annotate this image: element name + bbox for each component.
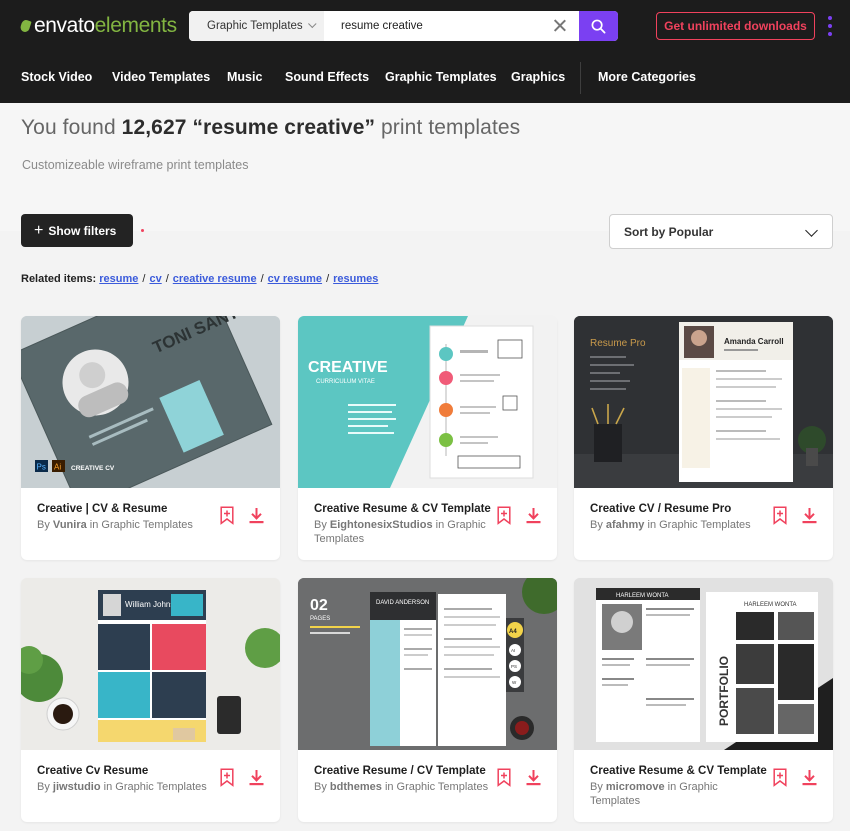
results-subtitle: Customizeable wireframe print templates	[22, 158, 249, 172]
svg-text:02: 02	[310, 597, 328, 614]
top-header: envatoelements Graphic Templates Get unl…	[0, 0, 850, 103]
envato-leaf-icon	[20, 18, 32, 34]
logo-text-elements: elements	[94, 14, 177, 37]
card-thumbnail[interactable]: TONI SANTUY Ps Ai CREATIVE CV	[21, 316, 280, 488]
result-card[interactable]: 02 PAGES DAVID ANDERSON A4 AI PS W Creat…	[298, 578, 557, 822]
nav-item-stock-video[interactable]: Stock Video	[21, 70, 92, 84]
download-icon[interactable]	[526, 769, 541, 786]
card-title[interactable]: Creative Resume / CV Template	[314, 765, 504, 777]
related-link-creative-resume[interactable]: creative resume	[173, 273, 257, 285]
related-link-cv[interactable]: cv	[149, 273, 161, 285]
svg-text:DAVID ANDERSON: DAVID ANDERSON	[376, 600, 429, 606]
bookmark-add-icon[interactable]	[773, 506, 787, 525]
result-card[interactable]: HARLEEM WONTA HARLEEM WONTA PORTFOLIO Cr…	[574, 578, 833, 822]
card-author: By Vunira in Graphic Templates	[37, 519, 193, 531]
result-card[interactable]: CREATIVE CURRICULUM VITAE Creative Resum…	[298, 316, 557, 560]
svg-text:HARLEEM WONTA: HARLEEM WONTA	[616, 593, 669, 599]
search-bar: Graphic Templates	[189, 11, 618, 41]
svg-text:Resume Pro: Resume Pro	[590, 338, 646, 349]
more-menu-icon[interactable]	[827, 16, 833, 36]
bookmark-add-icon[interactable]	[220, 768, 234, 787]
nav-item-music[interactable]: Music	[227, 70, 262, 84]
card-title[interactable]: Creative Resume & CV Template	[314, 503, 504, 515]
svg-text:Amanda Carroll: Amanda Carroll	[724, 337, 784, 346]
resume-preview-image: HARLEEM WONTA HARLEEM WONTA PORTFOLIO	[574, 578, 833, 750]
svg-text:CURRICULUM VITAE: CURRICULUM VITAE	[316, 379, 375, 385]
svg-text:CREATIVE CV: CREATIVE CV	[71, 465, 115, 472]
resume-preview-image: Resume Pro Amanda Carroll	[574, 316, 833, 488]
nav-item-sound-effects[interactable]: Sound Effects	[285, 70, 369, 84]
nav-item-video-templates[interactable]: Video Templates	[112, 70, 210, 84]
related-link-resume[interactable]: resume	[99, 273, 138, 285]
nav-item-graphics[interactable]: Graphics	[511, 70, 565, 84]
download-icon[interactable]	[802, 769, 817, 786]
nav-divider	[580, 62, 581, 94]
search-button[interactable]	[579, 11, 618, 41]
svg-text:PORTFOLIO: PORTFOLIO	[717, 656, 731, 726]
show-filters-button[interactable]: + Show filters	[21, 214, 144, 247]
result-card[interactable]: William Johnson Creative Cv Resume By ji…	[21, 578, 280, 822]
card-thumbnail[interactable]: CREATIVE CURRICULUM VITAE	[298, 316, 557, 488]
search-icon	[591, 19, 606, 33]
bookmark-add-icon[interactable]	[773, 768, 787, 787]
download-icon[interactable]	[802, 507, 817, 524]
nav-item-graphic-templates[interactable]: Graphic Templates	[385, 70, 497, 84]
card-author: By EightonesixStudios in Graphic Templat…	[314, 519, 486, 545]
card-title[interactable]: Creative Cv Resume	[37, 765, 227, 777]
results-count: 12,627	[121, 116, 187, 139]
resume-preview-image: William Johnson	[21, 578, 280, 750]
nav-item-more-categories[interactable]: More Categories	[598, 70, 696, 84]
svg-text:Ps: Ps	[37, 463, 46, 472]
svg-text:Ai: Ai	[54, 463, 61, 472]
card-thumbnail[interactable]: William Johnson	[21, 578, 280, 750]
results-query: “resume creative”	[192, 116, 376, 139]
related-link-cv-resume[interactable]: cv resume	[268, 273, 322, 285]
card-title[interactable]: Creative Resume & CV Template	[590, 765, 780, 777]
card-thumbnail[interactable]: 02 PAGES DAVID ANDERSON A4 AI PS W	[298, 578, 557, 750]
resume-preview-image: 02 PAGES DAVID ANDERSON A4 AI PS W	[298, 578, 557, 750]
bookmark-add-icon[interactable]	[220, 506, 234, 525]
get-unlimited-downloads-button[interactable]: Get unlimited downloads	[656, 12, 815, 40]
svg-text:PS: PS	[511, 664, 517, 669]
svg-text:PAGES: PAGES	[310, 616, 330, 622]
card-author: By jiwstudio in Graphic Templates	[37, 781, 207, 793]
svg-text:CREATIVE: CREATIVE	[308, 359, 388, 376]
bookmark-add-icon[interactable]	[497, 506, 511, 525]
card-thumbnail[interactable]: HARLEEM WONTA HARLEEM WONTA PORTFOLIO	[574, 578, 833, 750]
chevron-down-icon	[805, 224, 818, 237]
results-headline: You found 12,627 “resume creative” print…	[21, 116, 521, 139]
sort-select[interactable]: Sort by Popular	[609, 214, 833, 249]
search-input[interactable]	[324, 11, 579, 41]
download-icon[interactable]	[526, 507, 541, 524]
envato-elements-logo[interactable]: envatoelements	[20, 12, 177, 40]
svg-text:A4: A4	[509, 629, 517, 635]
filter-indicator-dot	[141, 229, 144, 232]
result-card[interactable]: TONI SANTUY Ps Ai CREATIVE CV Creative |…	[21, 316, 280, 560]
card-title[interactable]: Creative | CV & Resume	[37, 503, 227, 515]
bookmark-add-icon[interactable]	[497, 768, 511, 787]
related-items: Related items: resume / cv / creative resume…	[21, 273, 379, 285]
logo-text-envato: envato	[34, 14, 95, 37]
svg-text:HARLEEM WONTA: HARLEEM WONTA	[744, 602, 797, 608]
card-author: By bdthemes in Graphic Templates	[314, 781, 489, 793]
svg-text:AI: AI	[511, 648, 515, 653]
card-author: By micromove in Graphic Templates	[590, 781, 718, 807]
related-link-resumes[interactable]: resumes	[333, 273, 378, 285]
card-title[interactable]: Creative CV / Resume Pro	[590, 503, 780, 515]
search-category-select[interactable]: Graphic Templates	[189, 11, 324, 41]
download-icon[interactable]	[249, 769, 264, 786]
result-card[interactable]: Resume Pro Amanda Carroll Creative CV / …	[574, 316, 833, 560]
download-icon[interactable]	[249, 507, 264, 524]
card-thumbnail[interactable]: Resume Pro Amanda Carroll	[574, 316, 833, 488]
plus-icon: +	[34, 221, 44, 239]
resume-preview-image: CREATIVE CURRICULUM VITAE	[298, 316, 557, 488]
resume-preview-image: TONI SANTUY Ps Ai CREATIVE CV	[21, 316, 280, 488]
chevron-down-icon	[307, 19, 317, 29]
search-category-label: Graphic Templates	[207, 20, 303, 32]
clear-search-icon[interactable]	[551, 17, 569, 35]
card-author: By afahmy in Graphic Templates	[590, 519, 751, 531]
